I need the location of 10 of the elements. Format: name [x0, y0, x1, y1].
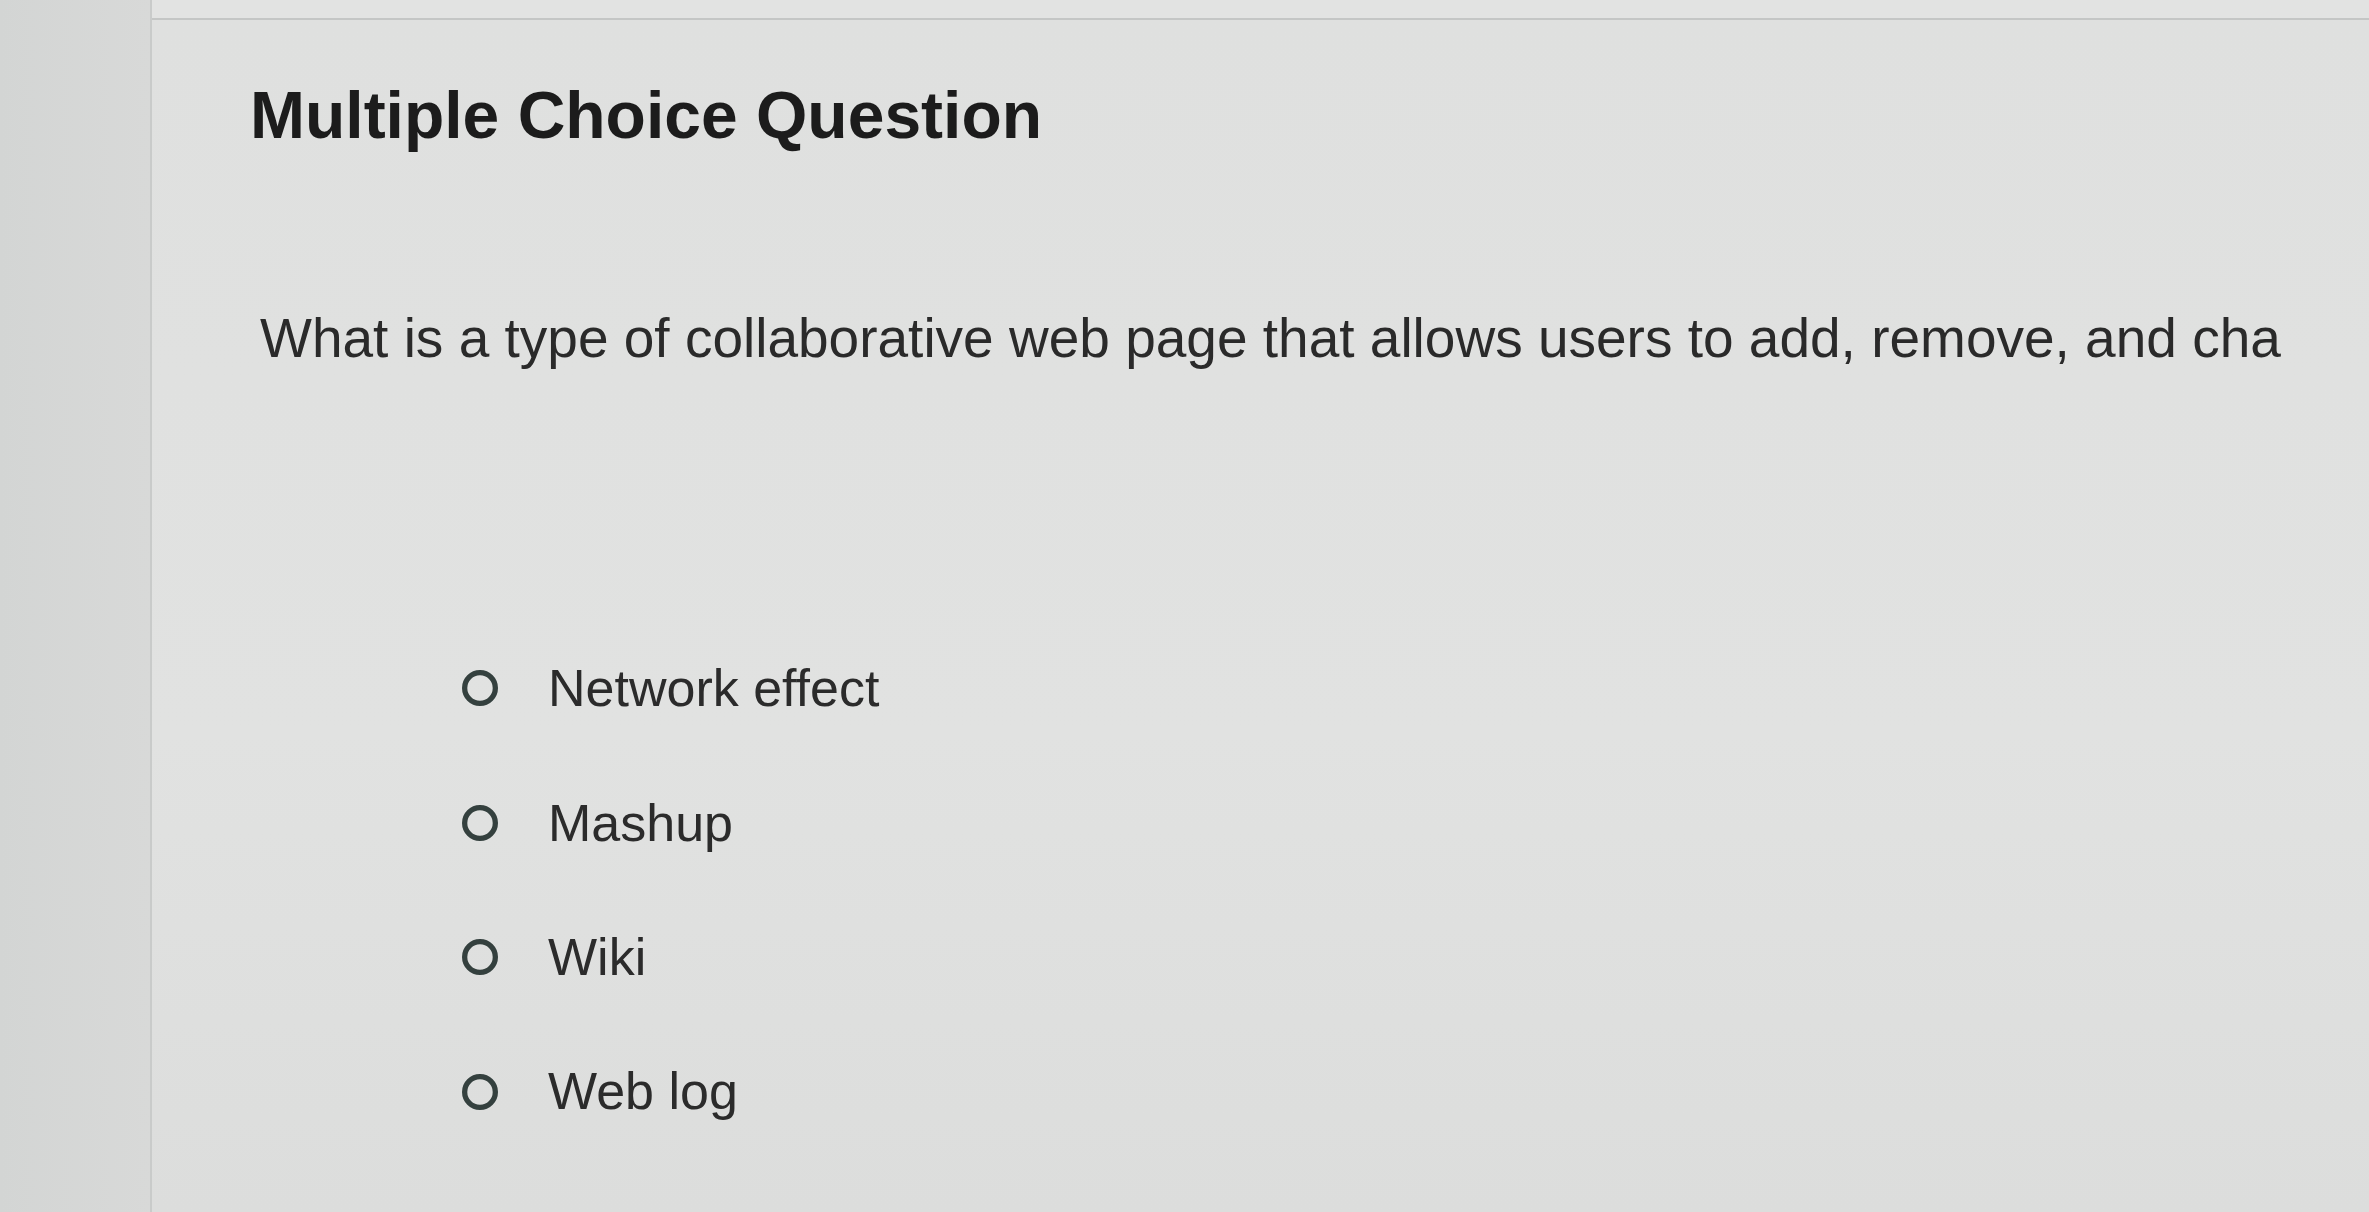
radio-button[interactable] — [462, 1073, 498, 1110]
answer-option-label[interactable]: Mashup — [548, 791, 733, 854]
answer-option-label[interactable]: Web log — [548, 1060, 738, 1123]
question-text: What is a type of collaborative web page that allows users to add, remove, and cha — [260, 306, 2281, 372]
radio-button[interactable] — [462, 670, 498, 707]
answer-option-label[interactable]: Network effect — [548, 657, 880, 720]
radio-button[interactable] — [462, 939, 498, 976]
answer-option-label[interactable]: Wiki — [548, 925, 647, 989]
question-heading: Multiple Choice Question — [250, 77, 1043, 154]
radio-button[interactable] — [462, 804, 498, 841]
